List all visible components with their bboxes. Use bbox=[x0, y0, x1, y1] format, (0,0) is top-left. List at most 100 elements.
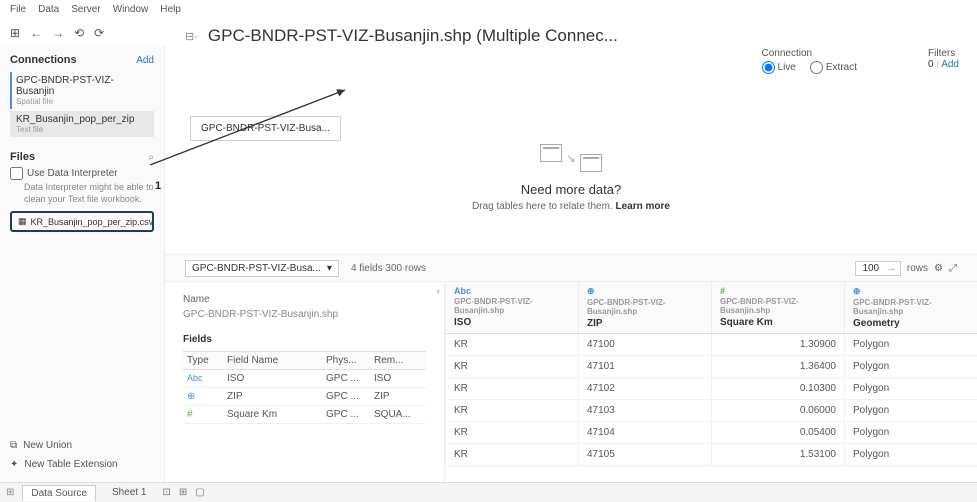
annotation-callout: 1 bbox=[155, 180, 161, 192]
grid-cell: 0.06000 bbox=[712, 400, 845, 422]
grid-cell: 1.36400 bbox=[712, 356, 845, 378]
grid-cell: 0.10300 bbox=[712, 378, 845, 400]
menu-bar: File Data Server Window Help bbox=[0, 0, 977, 19]
logical-table-node[interactable]: GPC-BNDR-PST-VIZ-Busa... bbox=[190, 116, 341, 141]
menu-file[interactable]: File bbox=[10, 4, 26, 15]
file-entry[interactable]: ▦ KR_Busanjin_pop_per_zip.csv bbox=[10, 211, 154, 232]
grid-cell: 47105 bbox=[579, 444, 712, 466]
union-icon: ⧉ bbox=[10, 440, 17, 451]
menu-server[interactable]: Server bbox=[71, 4, 100, 15]
grid-cell: 47102 bbox=[579, 378, 712, 400]
table-details-panel: ‹ Name GPC-BNDR-PST-VIZ-Busanjin.shp Fie… bbox=[165, 282, 445, 482]
new-ext-label: New Table Extension bbox=[24, 459, 117, 470]
grid-cell: 47101 bbox=[579, 356, 712, 378]
datasource-tab-icon: ⊞ bbox=[6, 487, 14, 498]
fields-label: Fields bbox=[183, 334, 426, 345]
connection-name: KR_Busanjin_pop_per_zip bbox=[16, 114, 150, 125]
use-interpreter-label: Use Data Interpreter bbox=[27, 168, 118, 179]
sheet-tab-bar: ⊞ Data Source Sheet 1 ⊡ ⊞ ▢ bbox=[0, 482, 977, 502]
rows-limit-input[interactable]: 100 → bbox=[855, 261, 901, 276]
add-datasource-icon[interactable]: ⊞ bbox=[10, 26, 20, 40]
table-glyph-icon bbox=[580, 154, 602, 172]
grid-column-header[interactable]: AbcGPC-BNDR-PST-VIZ-Busanjin.shp ISO bbox=[446, 282, 579, 334]
column-type-icon: ⊕ bbox=[587, 286, 703, 297]
field-name: ISO bbox=[227, 373, 326, 384]
chevron-down-icon: ▾ bbox=[327, 263, 332, 274]
back-icon[interactable]: ← bbox=[30, 26, 42, 40]
new-worksheet-icon[interactable]: ⊡ bbox=[162, 487, 170, 498]
grid-row[interactable]: KR471030.06000Polygon bbox=[446, 400, 977, 422]
column-type-icon: # bbox=[720, 286, 836, 296]
grid-cell: Polygon bbox=[845, 422, 977, 444]
left-panel: Connections Add GPC-BNDR-PST-VIZ-Busanji… bbox=[0, 46, 165, 482]
grid-cell: KR bbox=[446, 378, 579, 400]
grid-row[interactable]: KR471051.53100Polygon bbox=[446, 444, 977, 466]
data-grid[interactable]: AbcGPC-BNDR-PST-VIZ-Busanjin.shpISO⊕GPC-… bbox=[445, 282, 977, 482]
grid-cell: 47104 bbox=[579, 422, 712, 444]
field-row[interactable]: ⊕ZIPGPC ...ZIP bbox=[183, 388, 426, 406]
search-icon[interactable]: ⌕ bbox=[148, 152, 154, 163]
grid-row[interactable]: KR471011.36400Polygon bbox=[446, 356, 977, 378]
grid-column-header[interactable]: ⊕GPC-BNDR-PST-VIZ-Busanjin.shpZIP bbox=[579, 282, 712, 334]
menu-help[interactable]: Help bbox=[160, 4, 181, 15]
grid-cell: KR bbox=[446, 422, 579, 444]
new-story-icon[interactable]: ▢ bbox=[195, 487, 204, 498]
type-icon: # bbox=[187, 409, 227, 420]
grid-column-header[interactable]: ⊕GPC-BNDR-PST-VIZ-Busanjin.shpGeometry bbox=[845, 282, 977, 334]
refresh-icon[interactable]: ⟳ bbox=[94, 26, 104, 40]
connection-item-text[interactable]: KR_Busanjin_pop_per_zip Text file bbox=[10, 111, 154, 137]
connection-name: GPC-BNDR-PST-VIZ-Busanjin bbox=[16, 75, 150, 97]
name-value: GPC-BNDR-PST-VIZ-Busanjin.shp bbox=[183, 309, 426, 320]
file-entry-label: KR_Busanjin_pop_per_zip.csv bbox=[31, 217, 154, 227]
expand-icon[interactable]: ⤢ bbox=[949, 263, 957, 274]
tab-datasource[interactable]: Data Source bbox=[22, 485, 96, 501]
save-icon[interactable]: ⟲ bbox=[74, 26, 84, 40]
connection-item-spatial[interactable]: GPC-BNDR-PST-VIZ-Busanjin Spatial file bbox=[10, 72, 154, 109]
grid-cell: 1.53100 bbox=[712, 444, 845, 466]
new-table-extension-link[interactable]: ✦ New Table Extension bbox=[10, 455, 118, 474]
use-interpreter-checkbox[interactable] bbox=[10, 167, 23, 180]
column-type-icon: Abc bbox=[454, 286, 570, 296]
grid-column-header[interactable]: #GPC-BNDR-PST-VIZ-Busanjin.shpSquare Km bbox=[712, 282, 845, 334]
grid-row[interactable]: KR471020.10300Polygon bbox=[446, 378, 977, 400]
grid-row[interactable]: KR471040.05400Polygon bbox=[446, 422, 977, 444]
col-rem-header: Rem... bbox=[374, 355, 422, 366]
connections-label: Connections bbox=[10, 54, 77, 66]
table-select-dropdown[interactable]: GPC-BNDR-PST-VIZ-Busa... ▾ bbox=[185, 260, 339, 277]
extension-icon: ✦ bbox=[10, 459, 18, 470]
collapse-icon[interactable]: ‹ bbox=[437, 286, 440, 297]
settings-icon[interactable]: ⚙ bbox=[934, 263, 943, 274]
table-icon: ▦ bbox=[18, 216, 27, 227]
preview-toolbar: GPC-BNDR-PST-VIZ-Busa... ▾ 4 fields 300 … bbox=[165, 254, 977, 282]
menu-window[interactable]: Window bbox=[113, 4, 149, 15]
field-rem: ZIP bbox=[374, 391, 422, 402]
name-label: Name bbox=[183, 294, 426, 305]
field-phys: GPC ... bbox=[326, 391, 374, 402]
grid-cell: Polygon bbox=[845, 378, 977, 400]
new-dashboard-icon[interactable]: ⊞ bbox=[179, 487, 187, 498]
need-more-data-sub: Drag tables here to relate them. bbox=[472, 201, 615, 212]
grid-cell: 1.30900 bbox=[712, 334, 845, 356]
type-icon: ⊕ bbox=[187, 391, 227, 402]
field-name: ZIP bbox=[227, 391, 326, 402]
field-row[interactable]: AbcISOGPC ...ISO bbox=[183, 370, 426, 388]
field-rem: SQUA... bbox=[374, 409, 422, 420]
tab-sheet1[interactable]: Sheet 1 bbox=[104, 485, 154, 500]
column-name: ISO bbox=[454, 317, 570, 328]
forward-icon[interactable]: → bbox=[52, 26, 64, 40]
field-phys: GPC ... bbox=[326, 373, 374, 384]
column-name: Geometry bbox=[853, 318, 969, 329]
grid-row[interactable]: KR471001.30900Polygon bbox=[446, 334, 977, 356]
learn-more-link[interactable]: Learn more bbox=[615, 201, 669, 212]
column-source: GPC-BNDR-PST-VIZ-Busanjin.shp bbox=[454, 297, 570, 315]
column-source: GPC-BNDR-PST-VIZ-Busanjin.shp bbox=[720, 297, 836, 315]
data-model-canvas[interactable]: GPC-BNDR-PST-VIZ-Busa... ↘ Need more dat… bbox=[165, 54, 977, 254]
detail-area: ‹ Name GPC-BNDR-PST-VIZ-Busanjin.shp Fie… bbox=[165, 282, 977, 482]
new-union-link[interactable]: ⧉ New Union bbox=[10, 436, 118, 455]
field-row[interactable]: #Square KmGPC ...SQUA... bbox=[183, 406, 426, 424]
table-glyph-icon bbox=[540, 144, 562, 162]
menu-data[interactable]: Data bbox=[38, 4, 59, 15]
col-fieldname-header: Field Name bbox=[227, 355, 326, 366]
add-connection-link[interactable]: Add bbox=[136, 55, 154, 66]
grid-cell: Polygon bbox=[845, 400, 977, 422]
